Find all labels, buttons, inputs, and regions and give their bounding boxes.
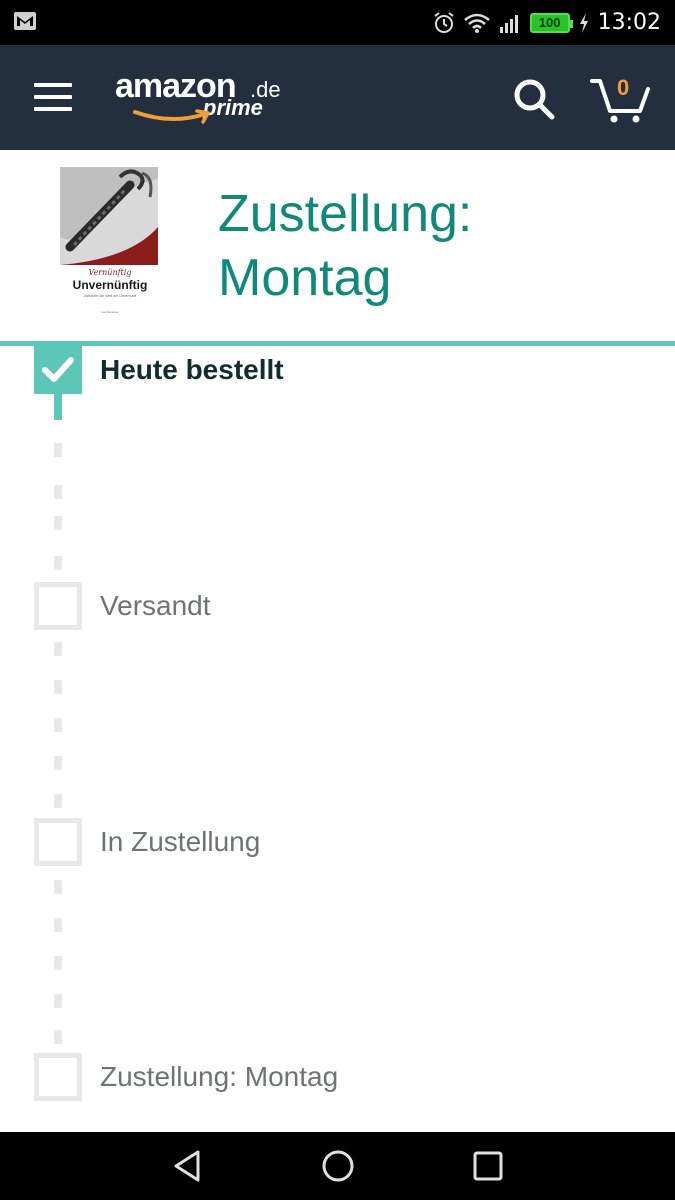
tracker-step-delivery: Zustellung: Montag	[34, 1053, 634, 1101]
back-button[interactable]	[170, 1148, 206, 1184]
battery-icon: 100	[529, 12, 573, 33]
delivery-title-line1: Zustellung:	[218, 185, 473, 243]
battery-level: 100	[538, 15, 561, 30]
charging-icon	[579, 12, 588, 33]
step-checkbox	[34, 818, 82, 866]
signal-icon	[499, 14, 518, 33]
clock: 13:02	[597, 10, 661, 35]
book-cover-art: Vernünftig Unvernünftig Zwischen der Wel…	[60, 167, 158, 317]
search-icon	[514, 79, 555, 120]
wifi-icon	[463, 13, 490, 33]
gmail-icon	[14, 12, 36, 30]
cart-count: 0	[617, 75, 630, 100]
home-button[interactable]	[320, 1148, 356, 1184]
cover-subtitle: Zwischen der Welt der Unvernunft	[84, 294, 137, 298]
cover-author: Leo Sommer	[101, 310, 118, 314]
cart-button[interactable]: 0	[590, 73, 652, 125]
step-label: Versandt	[100, 590, 211, 621]
tracker-step-shipped: Versandt	[34, 582, 634, 630]
search-button[interactable]	[512, 77, 556, 121]
checkmark-icon	[42, 357, 74, 382]
step-label: Zustellung: Montag	[100, 1061, 339, 1092]
back-icon	[174, 1150, 200, 1182]
delivery-summary: Vernünftig Unvernünftig Zwischen der Wel…	[0, 150, 675, 342]
cover-title: Unvernünftig	[73, 278, 148, 292]
cover-script-title: Vernünftig	[89, 268, 132, 277]
progress-connector-dash	[54, 443, 62, 457]
app-header: amazon .de prime 0	[0, 45, 675, 150]
menu-button[interactable]	[34, 83, 72, 113]
product-image[interactable]: Vernünftig Unvernünftig Zwischen der Wel…	[60, 167, 158, 317]
shipment-tracker: Heute bestellt Versandt In Zustellung Zu…	[0, 346, 675, 1132]
progress-connector-filled	[54, 394, 62, 420]
step-label: In Zustellung	[100, 826, 261, 857]
step-checkbox	[34, 582, 82, 630]
step-checkbox-checked	[34, 346, 82, 394]
step-label: Heute bestellt	[100, 354, 284, 385]
alarm-icon	[433, 11, 454, 33]
home-icon	[322, 1150, 354, 1182]
smile-arrow-icon	[133, 109, 210, 124]
recents-icon	[473, 1151, 503, 1181]
tracker-step-ordered: Heute bestellt	[34, 346, 634, 394]
status-icons: 100 13:02	[432, 0, 661, 45]
delivery-title-line2: Montag	[218, 249, 392, 307]
step-checkbox	[34, 1053, 82, 1101]
tracker-step-out-for-delivery: In Zustellung	[34, 818, 634, 866]
amazon-prime-logo[interactable]: amazon .de prime	[115, 67, 295, 127]
delivery-date-heading: Zustellung: Montag	[218, 182, 472, 310]
system-navigation-bar	[0, 1132, 675, 1200]
recents-button[interactable]	[470, 1148, 506, 1184]
status-bar: 100 13:02	[0, 0, 675, 45]
menu-icon	[34, 83, 72, 87]
